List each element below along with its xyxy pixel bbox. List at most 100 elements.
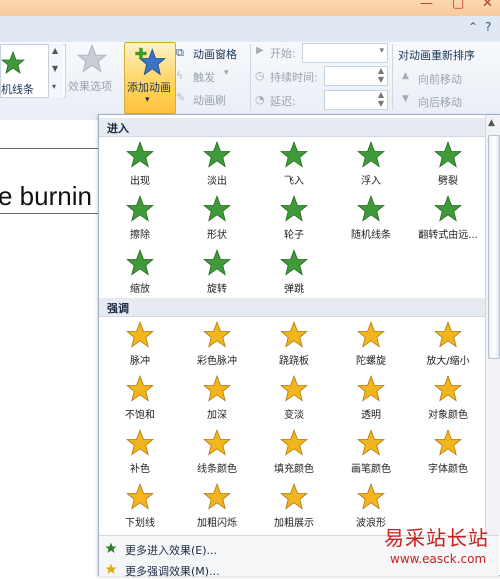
effect-label: 画笔颜色 [351, 464, 391, 475]
entrance-star-icon [203, 195, 231, 222]
watermark: 易采站长站 www.easck.com [384, 518, 500, 574]
move-later-label: 向后移动 [418, 96, 462, 109]
group-divider [250, 44, 251, 110]
emphasis-effect-item[interactable]: 透明 [333, 375, 409, 427]
entrance-effect-item[interactable]: 翻转式由远... [410, 195, 486, 247]
close-icon[interactable]: ✕ [482, 0, 500, 11]
emphasis-effect-item[interactable]: 画笔颜色 [333, 429, 409, 481]
entrance-star-icon [280, 195, 308, 222]
emphasis-star-icon [203, 483, 231, 510]
emphasis-star-icon [203, 375, 231, 402]
entrance-effect-item[interactable]: 浮入 [333, 141, 409, 193]
emphasis-effect-item[interactable]: 补色 [102, 429, 178, 481]
animation-painter-button[interactable]: ✎ 动画刷 [176, 91, 248, 109]
effect-label: 随机线条 [351, 230, 391, 241]
emphasis-effect-item[interactable]: 加粗闪烁 [179, 483, 255, 535]
entrance-star-icon [203, 249, 231, 276]
emphasis-effect-item[interactable]: 对象颜色 [410, 375, 486, 427]
duration-field[interactable]: ▲ ▼ [324, 66, 388, 86]
emphasis-star-icon [434, 429, 462, 456]
entrance-effect-item[interactable]: 淡出 [179, 141, 255, 193]
add-animation-button[interactable]: 添加动画 ▾ [124, 42, 176, 114]
emphasis-star-icon [203, 321, 231, 348]
entrance-star-icon [434, 141, 462, 168]
entrance-effect-item[interactable]: 轮子 [256, 195, 332, 247]
animation-ribbon: 机线条 ▲ ▼ ▾ 效果选项 添加动画 ▾ ⧉ 动画窗格 ϟ 触发 ▾ ✎ 动画… [0, 42, 500, 121]
effect-label: 彩色脉冲 [197, 356, 237, 367]
ribbon-help-bar: ⌃ ? [0, 16, 500, 43]
paintbrush-icon: ✎ [176, 91, 186, 104]
entrance-effect-item[interactable]: 擦除 [102, 195, 178, 247]
emphasis-effect-item[interactable]: 填充颜色 [256, 429, 332, 481]
emphasis-star-icon [357, 375, 385, 402]
effect-label: 出现 [130, 176, 150, 187]
clock-icon: ◷ [255, 69, 265, 82]
entrance-star-icon [357, 195, 385, 222]
entrance-effect-item[interactable]: 缩放 [102, 249, 178, 301]
chevron-down-icon: ▾ [145, 95, 150, 105]
emphasis-effect-item[interactable]: 跷跷板 [256, 321, 332, 373]
effect-label: 填充颜色 [274, 464, 314, 475]
effect-options-button[interactable]: 效果选项 [66, 42, 118, 112]
entrance-section-header: 进入 [99, 118, 486, 137]
effect-label: 透明 [361, 410, 381, 421]
emphasis-effect-item[interactable]: 陀螺旋 [333, 321, 409, 373]
emphasis-star-icon [280, 321, 308, 348]
entrance-effect-item[interactable]: 形状 [179, 195, 255, 247]
help-icon[interactable]: ? [485, 20, 491, 34]
entrance-star-icon [357, 141, 385, 168]
animation-pane-icon: ⧉ [176, 46, 184, 59]
emphasis-effect-item[interactable]: 下划线 [102, 483, 178, 535]
restore-icon[interactable]: ▢ [452, 0, 476, 11]
move-later-button[interactable]: ▼ 向后移动 [400, 93, 490, 111]
effect-label: 缩放 [130, 284, 150, 295]
emphasis-effect-item[interactable]: 彩色脉冲 [179, 321, 255, 373]
minimize-icon[interactable]: — [420, 0, 444, 11]
entrance-effect-item[interactable]: 弹跳 [256, 249, 332, 301]
emphasis-section-title: 强调 [107, 302, 129, 315]
emphasis-star-icon [280, 375, 308, 402]
entrance-effect-item[interactable]: 随机线条 [333, 195, 409, 247]
emphasis-effect-item[interactable]: 脉冲 [102, 321, 178, 373]
collapse-ribbon-icon[interactable]: ⌃ [468, 20, 478, 34]
more-entrance-label: 更多进入效果(E)... [125, 544, 218, 557]
effect-label: 跷跷板 [279, 356, 309, 367]
emphasis-effect-item[interactable]: 加深 [179, 375, 255, 427]
entrance-effect-item[interactable]: 飞入 [256, 141, 332, 193]
arrow-up-icon: ▲ [402, 71, 409, 81]
delay-icon: ◔ [255, 93, 265, 106]
gallery-scroll[interactable]: ▲ ▼ ▾ [48, 44, 63, 98]
emphasis-star-icon [126, 375, 154, 402]
scroll-up-icon[interactable]: ▲ [488, 118, 495, 128]
move-earlier-label: 向前移动 [418, 73, 462, 86]
trigger-button[interactable]: ϟ 触发 ▾ [176, 68, 248, 86]
entrance-effect-item[interactable]: 旋转 [179, 249, 255, 301]
start-label: 开始: [270, 47, 296, 60]
scrollbar-thumb[interactable] [488, 135, 500, 359]
entrance-star-icon [126, 195, 154, 222]
start-icon: ▶ [256, 45, 264, 56]
start-dropdown[interactable]: ▾ [302, 43, 388, 63]
emphasis-effect-item[interactable]: 线条颜色 [179, 429, 255, 481]
emphasis-effect-item[interactable]: 放大/缩小 [410, 321, 486, 373]
delay-field[interactable]: ▲ ▼ [324, 90, 388, 110]
effect-options-label: 效果选项 [68, 80, 112, 93]
random-bars-star-icon [1, 51, 25, 74]
effect-label: 淡出 [207, 176, 227, 187]
entrance-effect-item[interactable]: 劈裂 [410, 141, 486, 193]
entrance-effect-item[interactable]: 出现 [102, 141, 178, 193]
emphasis-effect-item[interactable]: 加粗展示 [256, 483, 332, 535]
duration-label: 持续时间: [270, 71, 318, 84]
entrance-star-icon [280, 141, 308, 168]
watermark-text: 易采站长站 [384, 526, 489, 550]
move-earlier-button[interactable]: ▲ 向前移动 [400, 70, 490, 88]
emphasis-section-header: 强调 [99, 298, 486, 317]
effect-label: 变淡 [284, 410, 304, 421]
emphasis-effect-item[interactable]: 字体颜色 [410, 429, 486, 481]
dropdown-scrollbar[interactable]: ▲ [485, 115, 500, 535]
emphasis-effect-item[interactable]: 变淡 [256, 375, 332, 427]
effect-label: 下划线 [125, 518, 155, 529]
animation-pane-button[interactable]: ⧉ 动画窗格 [176, 45, 248, 63]
entrance-star-icon [203, 141, 231, 168]
emphasis-effect-item[interactable]: 不饱和 [102, 375, 178, 427]
